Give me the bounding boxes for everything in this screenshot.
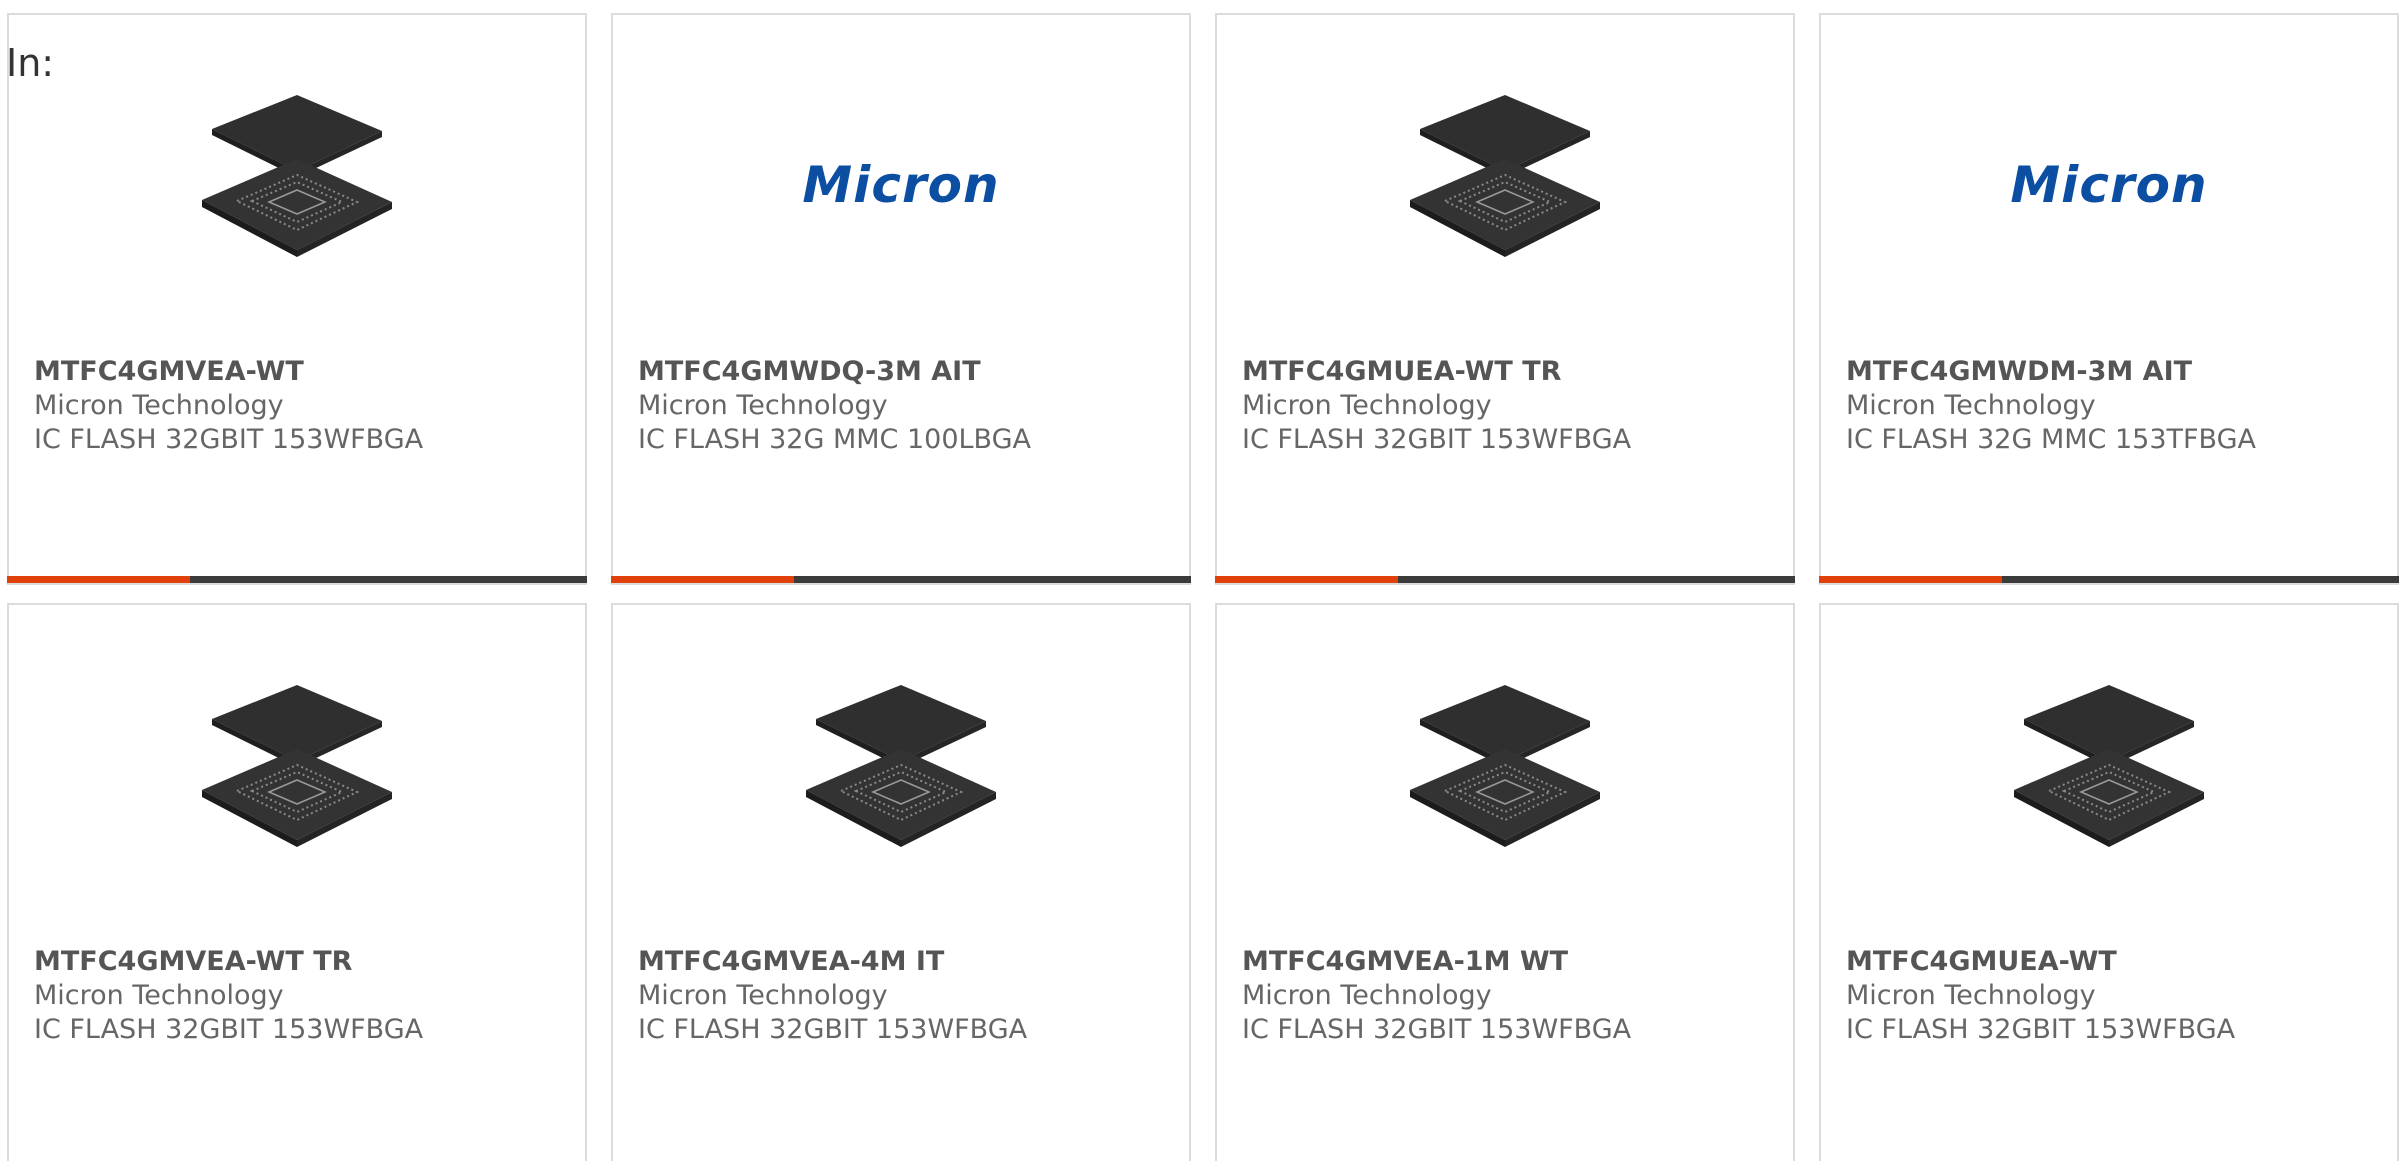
bga-chip-icon [202, 685, 392, 847]
chip-image[interactable] [2009, 675, 2209, 875]
description: IC FLASH 32GBIT 153WFBGA [1242, 424, 1632, 455]
part-number-link[interactable]: MTFC4GMUEA-WT TR [1242, 355, 1783, 389]
product-card[interactable]: MTFC4GMUEA-WT TR Micron Technology IC FL… [1215, 13, 1795, 585]
manufacturer: Micron Technology [34, 390, 284, 421]
micron-logo: Micron [2010, 156, 2207, 214]
part-number-link[interactable]: MTFC4GMVEA-WT [34, 355, 575, 389]
part-number-link[interactable]: MTFC4GMVEA-1M WT [1242, 945, 1783, 979]
chip-image[interactable] [801, 675, 1001, 875]
product-card[interactable]: MTFC4GMVEA-WT TR Micron Technology IC FL… [7, 603, 587, 1161]
chip-image[interactable] [197, 85, 397, 285]
part-number-link[interactable]: MTFC4GMWDQ-3M AIT [638, 355, 1179, 389]
description: IC FLASH 32GBIT 153WFBGA [34, 1014, 424, 1045]
product-card[interactable]: MTFC4GMUEA-WT Micron Technology IC FLASH… [1819, 603, 2399, 1161]
micron-logo: Micron [802, 156, 999, 214]
product-card[interactable]: Micron MTFC4GMWDM-3M AIT Micron Technolo… [1819, 13, 2399, 585]
logo-image[interactable]: Micron [2009, 85, 2209, 285]
part-number-link[interactable]: MTFC4GMUEA-WT [1846, 945, 2387, 979]
description: IC FLASH 32G MMC 153TFBGA [1846, 424, 2256, 455]
card-accent-bar [1819, 576, 2002, 583]
bga-chip-icon [2014, 685, 2204, 847]
card-bottom-bar [611, 576, 1191, 583]
bga-chip-icon [202, 95, 392, 257]
chip-image[interactable] [1405, 675, 1605, 875]
card-bottom-bar [7, 576, 587, 583]
description: IC FLASH 32GBIT 153WFBGA [1242, 1014, 1632, 1045]
manufacturer: Micron Technology [638, 390, 888, 421]
micron-logo-text: Micron [802, 156, 1000, 214]
manufacturer: Micron Technology [638, 980, 888, 1011]
manufacturer: Micron Technology [1846, 980, 2096, 1011]
manufacturer: Micron Technology [1846, 390, 2096, 421]
product-card[interactable]: MTFC4GMVEA-WT Micron Technology IC FLASH… [7, 13, 587, 585]
card-accent-bar [7, 576, 190, 583]
manufacturer: Micron Technology [34, 980, 284, 1011]
description: IC FLASH 32G MMC 100LBGA [638, 424, 1031, 455]
manufacturer: Micron Technology [1242, 980, 1492, 1011]
part-number-link[interactable]: MTFC4GMVEA-WT TR [34, 945, 575, 979]
card-bottom-bar [1819, 576, 2399, 583]
product-grid-page: In: MTFC4GMVEA-WT Micron Technology IC F… [0, 0, 2400, 1161]
chip-image[interactable] [197, 675, 397, 875]
logo-image[interactable]: Micron [801, 85, 1001, 285]
card-accent-bar [611, 576, 794, 583]
card-bottom-bar [1215, 576, 1795, 583]
micron-logo-text: Micron [2010, 156, 2208, 214]
bga-chip-icon [1410, 95, 1600, 257]
in-label: In: [6, 41, 55, 85]
part-number-link[interactable]: MTFC4GMVEA-4M IT [638, 945, 1179, 979]
manufacturer: Micron Technology [1242, 390, 1492, 421]
card-accent-bar [1215, 576, 1398, 583]
product-card[interactable]: MTFC4GMVEA-1M WT Micron Technology IC FL… [1215, 603, 1795, 1161]
product-card[interactable]: MTFC4GMVEA-4M IT Micron Technology IC FL… [611, 603, 1191, 1161]
bga-chip-icon [806, 685, 996, 847]
part-number-link[interactable]: MTFC4GMWDM-3M AIT [1846, 355, 2387, 389]
description: IC FLASH 32GBIT 153WFBGA [638, 1014, 1028, 1045]
product-card[interactable]: Micron MTFC4GMWDQ-3M AIT Micron Technolo… [611, 13, 1191, 585]
chip-image[interactable] [1405, 85, 1605, 285]
description: IC FLASH 32GBIT 153WFBGA [34, 424, 424, 455]
bga-chip-icon [1410, 685, 1600, 847]
description: IC FLASH 32GBIT 153WFBGA [1846, 1014, 2236, 1045]
